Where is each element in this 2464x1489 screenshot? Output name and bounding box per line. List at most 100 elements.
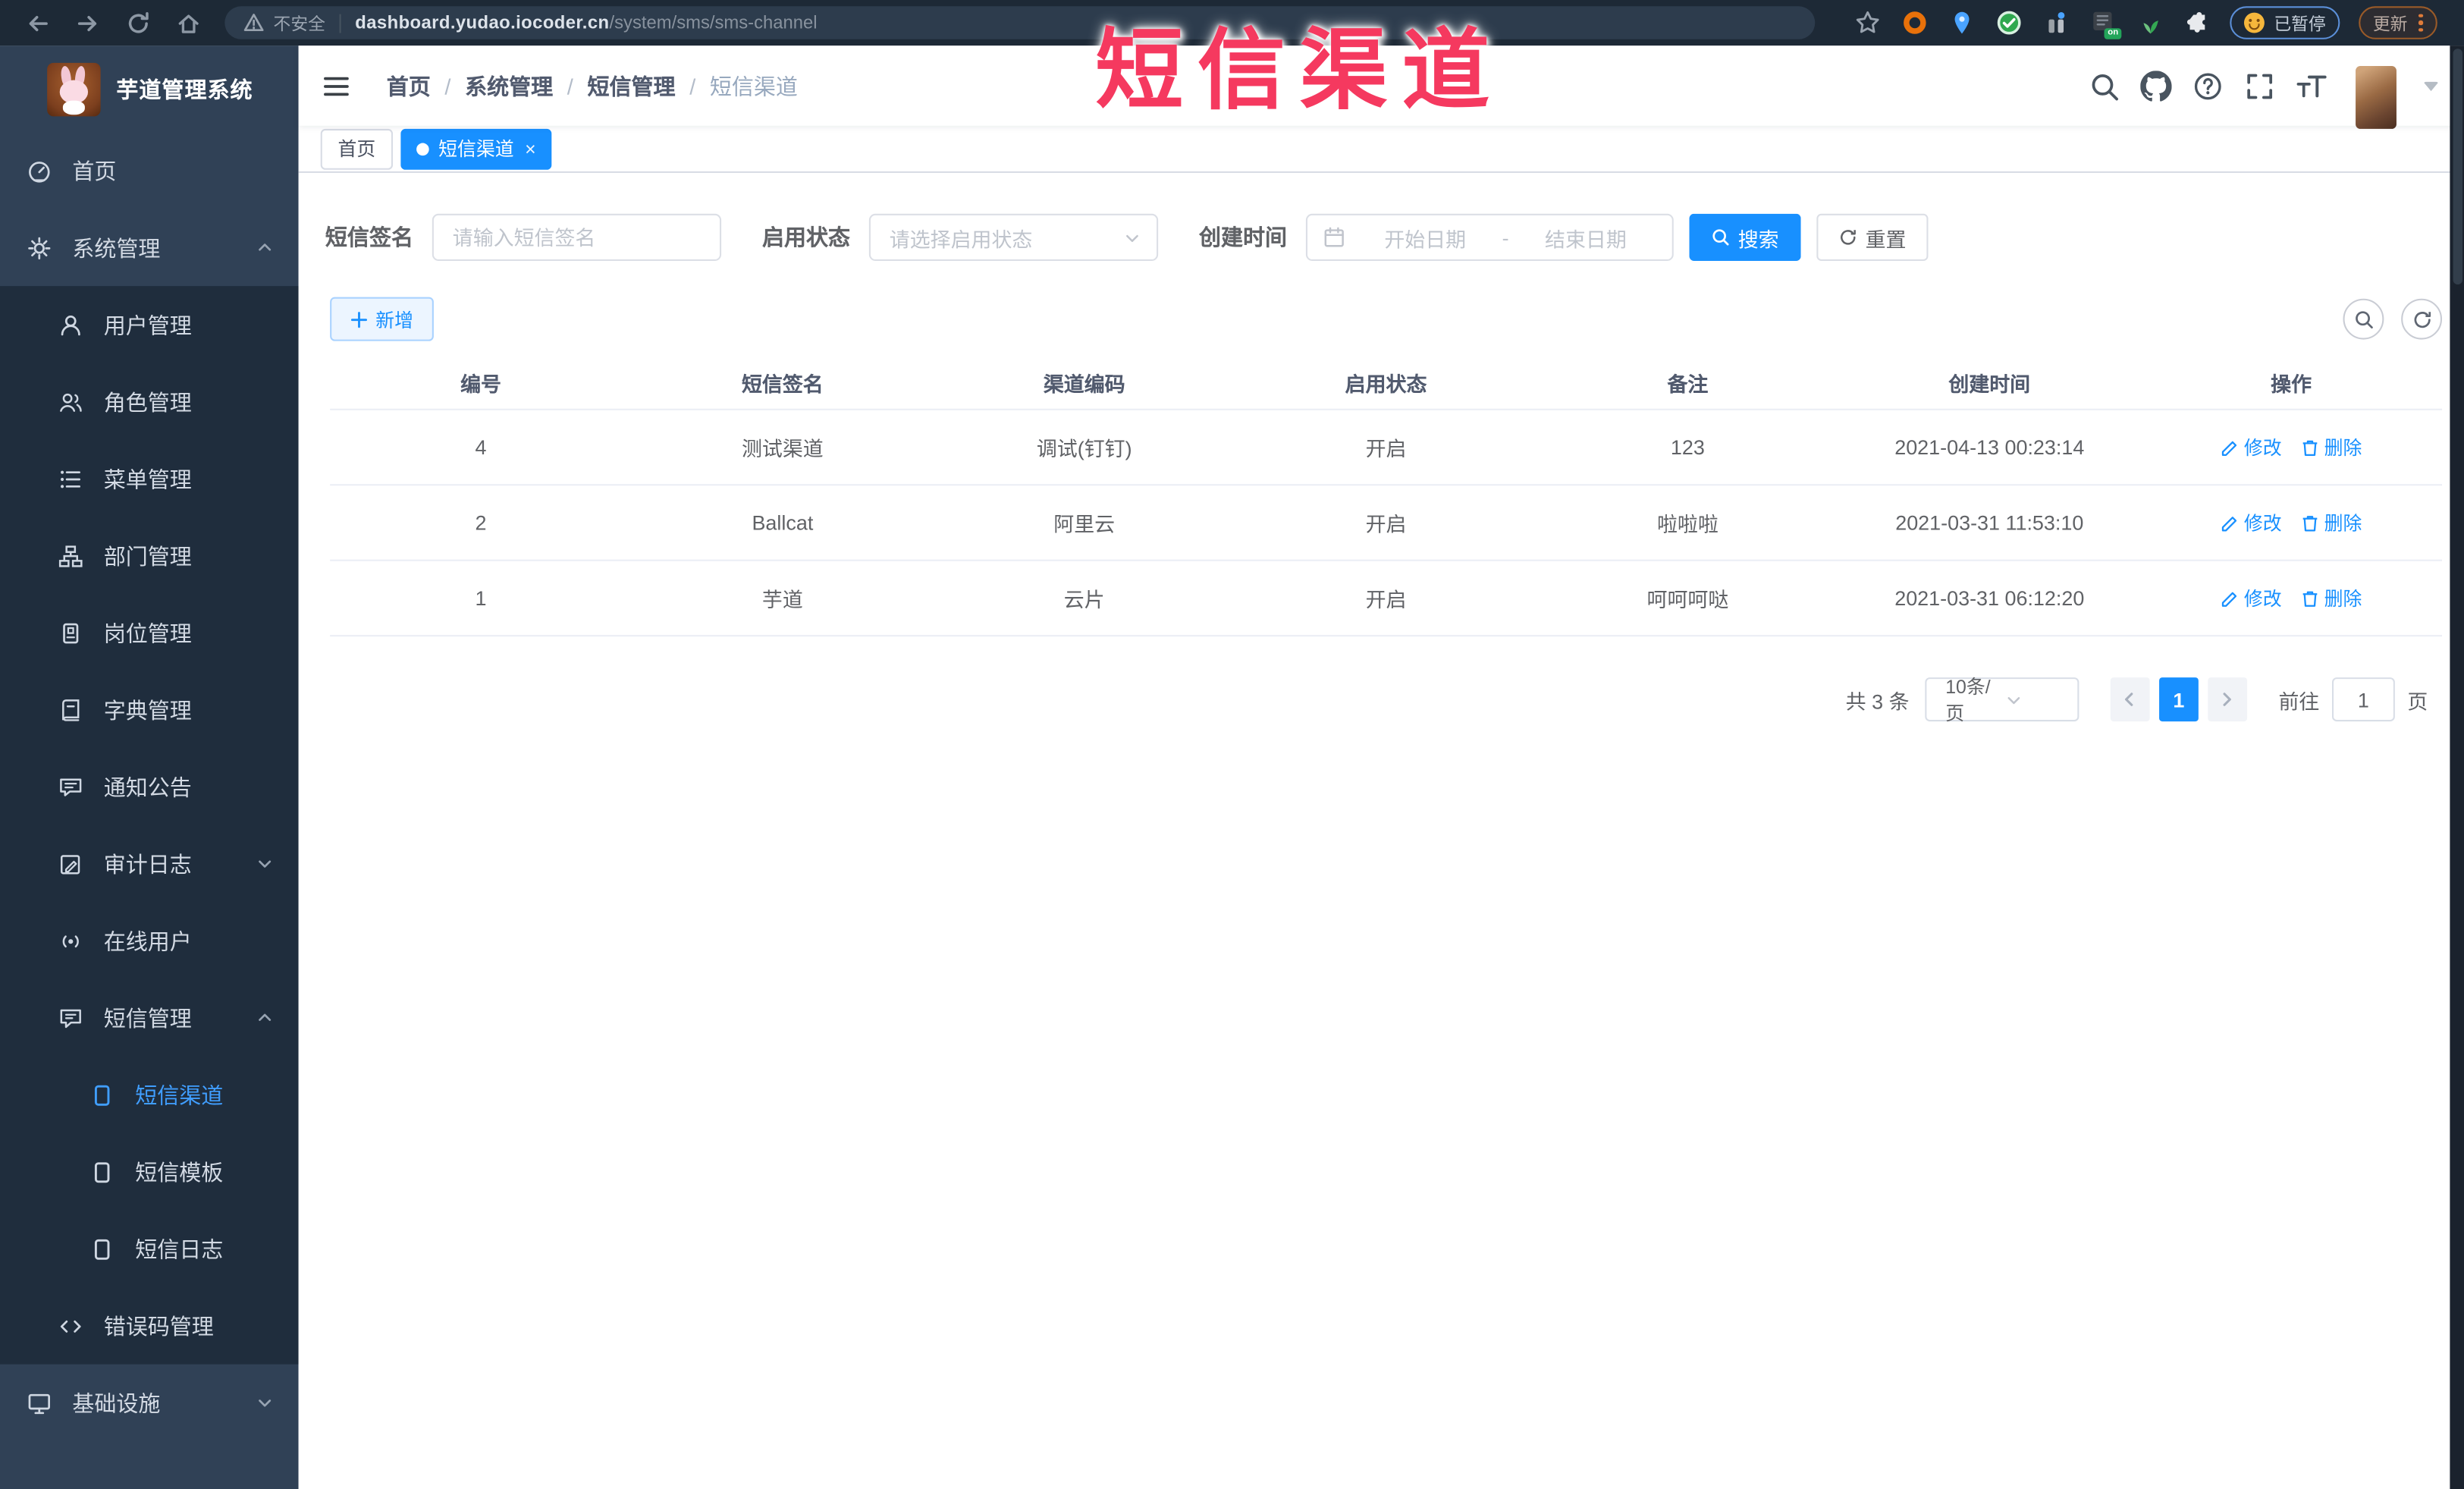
- close-icon[interactable]: ×: [525, 139, 536, 158]
- sidebar-item-infrastructure[interactable]: 基础设施: [0, 1365, 299, 1442]
- sidebar-item-error-codes[interactable]: 错误码管理: [0, 1287, 299, 1365]
- hamburger-icon[interactable]: [322, 71, 350, 99]
- address-bar[interactable]: 不安全 dashboard.yudao.iocoder.cn /system/s…: [224, 6, 1816, 39]
- next-page-button[interactable]: [2208, 677, 2248, 722]
- sidebar-item-sms-template[interactable]: 短信模板: [0, 1133, 299, 1211]
- extensions-puzzle-icon[interactable]: [2184, 9, 2211, 36]
- sidebar-item-posts[interactable]: 岗位管理: [0, 594, 299, 671]
- calendar-icon: [1323, 226, 1345, 248]
- date-label: 创建时间: [1199, 225, 1288, 250]
- fullscreen-icon[interactable]: [2244, 70, 2275, 101]
- font-size-icon[interactable]: [2296, 70, 2327, 101]
- sign-label: 短信签名: [325, 225, 413, 250]
- sidebar-item-label: 短信管理: [103, 1005, 192, 1031]
- sidebar-logo[interactable]: 芋道管理系统: [0, 46, 299, 132]
- extension-pin-icon[interactable]: [1948, 9, 1975, 36]
- document-icon: [89, 1159, 115, 1184]
- table-tools: [2326, 298, 2443, 340]
- cell-sign: 测试渠道: [741, 437, 824, 461]
- avatar-caret-icon[interactable]: [2423, 80, 2439, 91]
- sign-input[interactable]: [432, 213, 722, 261]
- sidebar-item-sms-channel[interactable]: 短信渠道: [0, 1056, 299, 1133]
- page-number-1[interactable]: 1: [2159, 677, 2199, 722]
- bookmark-star-icon[interactable]: [1854, 9, 1881, 36]
- breadcrumb-home[interactable]: 首页: [387, 70, 431, 101]
- home-icon[interactable]: [176, 10, 201, 35]
- date-range-picker[interactable]: 开始日期 - 结束日期: [1305, 213, 1674, 261]
- back-icon[interactable]: [25, 10, 50, 35]
- sidebar-item-dictionary[interactable]: 字典管理: [0, 671, 299, 749]
- sidebar-item-label: 短信渠道: [135, 1082, 224, 1107]
- sidebar-item-audit-log[interactable]: 审计日志: [0, 825, 299, 903]
- add-button[interactable]: 新增: [330, 297, 434, 341]
- breadcrumb-system[interactable]: 系统管理: [465, 70, 553, 101]
- goto-label: 前往: [2278, 689, 2320, 713]
- extension-check-icon[interactable]: [1996, 9, 2023, 36]
- sidebar-item-roles[interactable]: 角色管理: [0, 363, 299, 441]
- profile-paused-badge[interactable]: 已暂停: [2230, 6, 2340, 39]
- screen: 不安全 dashboard.yudao.iocoder.cn /system/s…: [0, 0, 2464, 1489]
- sidebar-item-notices[interactable]: 通知公告: [0, 748, 299, 825]
- refresh-button[interactable]: [2401, 298, 2443, 340]
- col-actions: 操作: [2271, 372, 2312, 397]
- app-title: 芋道管理系统: [116, 76, 253, 102]
- extension-donut-icon[interactable]: [1901, 9, 1928, 36]
- security-label[interactable]: 不安全: [274, 10, 325, 35]
- sidebar-item-online-users[interactable]: 在线用户: [0, 902, 299, 979]
- sidebar-item-system[interactable]: 系统管理: [0, 209, 299, 287]
- sms-channel-table: 编号 短信签名 渠道编码 启用状态 备注 创建时间 操作 4 测试渠道 调试(钉…: [330, 357, 2443, 637]
- edit-button[interactable]: 修改: [2221, 585, 2282, 611]
- user-avatar[interactable]: [2356, 64, 2397, 128]
- cell-code: 阿里云: [1053, 512, 1116, 536]
- status-select[interactable]: 请选择启用状态: [868, 213, 1159, 261]
- toggle-search-button[interactable]: [2343, 298, 2384, 340]
- scrollbar-thumb[interactable]: [2452, 49, 2462, 285]
- sidebar-item-label: 部门管理: [103, 542, 192, 569]
- goto-page-input[interactable]: [2331, 677, 2395, 722]
- sidebar-item-users[interactable]: 用户管理: [0, 286, 299, 363]
- reset-button[interactable]: 重置: [1816, 213, 1929, 261]
- sidebar-item-sms-log[interactable]: 短信日志: [0, 1211, 299, 1288]
- search-button[interactable]: 搜索: [1689, 213, 1801, 261]
- url-path: /system/sms/sms-channel: [609, 13, 818, 33]
- github-icon[interactable]: [2140, 70, 2172, 101]
- chevron-down-icon: [2005, 691, 2065, 708]
- tag-sms-channel[interactable]: 短信渠道 ×: [400, 127, 552, 169]
- edit-label: 修改: [2243, 437, 2282, 460]
- insecure-warning-icon[interactable]: [243, 13, 264, 33]
- tag-home[interactable]: 首页: [320, 127, 394, 169]
- browser-menu-icon[interactable]: [2418, 8, 2423, 37]
- prev-page-button[interactable]: [2110, 677, 2150, 722]
- total-count: 共 3 条: [1845, 689, 1910, 713]
- browser-update-button[interactable]: 更新: [2359, 6, 2437, 39]
- extension-onetab-icon[interactable]: on: [2090, 9, 2122, 39]
- sidebar-item-label: 用户管理: [103, 312, 192, 338]
- delete-button[interactable]: 删除: [2301, 509, 2362, 536]
- delete-button[interactable]: 删除: [2301, 585, 2362, 611]
- sidebar-item-menus[interactable]: 菜单管理: [0, 440, 299, 517]
- page-scrollbar[interactable]: [2450, 46, 2464, 1489]
- forward-icon[interactable]: [75, 10, 100, 35]
- page-size-select[interactable]: 10条/页: [1925, 676, 2079, 724]
- delete-button[interactable]: 删除: [2301, 434, 2362, 460]
- sidebar-item-label: 角色管理: [103, 388, 192, 414]
- search-icon[interactable]: [2089, 70, 2120, 101]
- page-suffix: 页: [2407, 689, 2428, 713]
- reload-icon[interactable]: [126, 10, 151, 35]
- delete-label: 删除: [2324, 512, 2362, 535]
- sidebar-item-sms[interactable]: 短信管理: [0, 979, 299, 1057]
- help-icon[interactable]: [2192, 70, 2224, 101]
- browser-window: 不安全 dashboard.yudao.iocoder.cn /system/s…: [0, 0, 2464, 1489]
- badge-icon: [58, 620, 83, 645]
- extension-sprout-icon[interactable]: [2137, 9, 2164, 36]
- edit-button[interactable]: 修改: [2221, 509, 2282, 536]
- breadcrumb-sms[interactable]: 短信管理: [588, 70, 676, 101]
- status-placeholder: 请选择启用状态: [889, 227, 1033, 251]
- cell-status: 开启: [1365, 512, 1407, 536]
- sidebar-item-home[interactable]: 首页: [0, 132, 299, 209]
- edit-button[interactable]: 修改: [2221, 434, 2282, 460]
- sidebar-item-label: 岗位管理: [103, 620, 192, 646]
- extension-columns-icon[interactable]: [2043, 9, 2070, 36]
- sidebar-item-departments[interactable]: 部门管理: [0, 517, 299, 595]
- cell-remark: 啦啦啦: [1656, 512, 1719, 536]
